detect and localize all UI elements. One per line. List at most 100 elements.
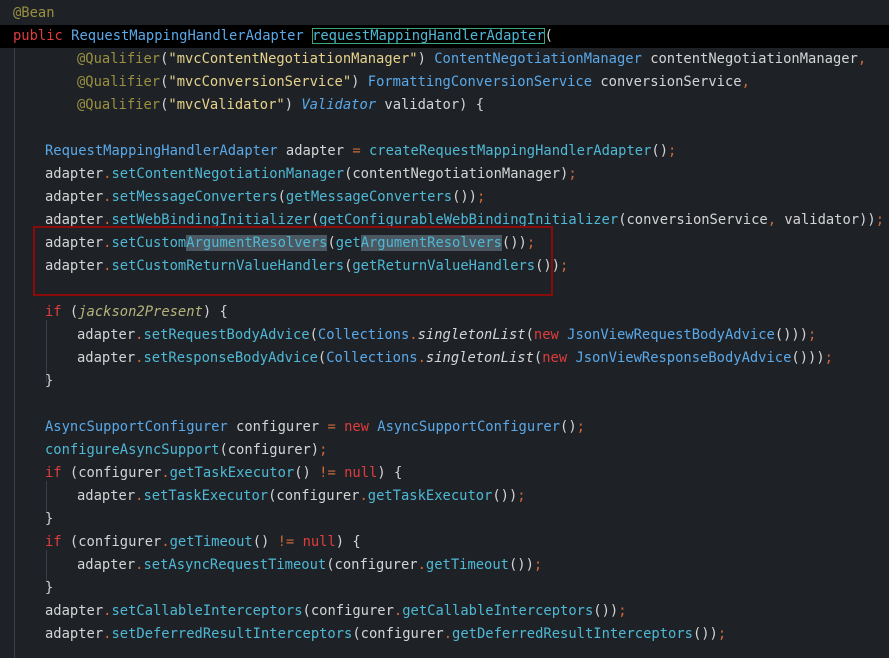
code-token: ()) — [492, 488, 518, 504]
code-token: = — [352, 143, 361, 159]
code-token: setTaskExecutor — [143, 488, 269, 504]
code-line[interactable]: configureAsyncSupport(configurer); — [0, 439, 327, 462]
code-token: "mvcConversionService" — [168, 74, 352, 90]
code-token: , — [857, 51, 867, 67]
code-token: setAsyncRequestTimeout — [143, 557, 327, 573]
code-token: JsonViewRequestBodyAdvice — [567, 327, 775, 343]
code-token: ; — [576, 419, 585, 435]
code-token: getDeferredResultInterceptors — [452, 626, 693, 642]
code-token: . — [417, 350, 426, 366]
code-token: getTaskExecutor — [169, 465, 295, 481]
code-line[interactable]: public RequestMappingHandlerAdapter requ… — [0, 25, 889, 48]
code-token: AsyncSupportConfigurer — [377, 419, 561, 435]
code-line[interactable]: if (configurer.getTimeout() != null) { — [0, 531, 361, 554]
code-token: @Qualifier — [77, 97, 161, 113]
code-line[interactable]: adapter.setContentNegotiationManager(con… — [0, 163, 577, 186]
code-token: ()) — [508, 557, 534, 573]
code-token: (conversionService — [618, 212, 768, 228]
code-token: (configurer — [61, 534, 162, 550]
code-line[interactable]: @Bean — [0, 2, 55, 25]
code-token: (configurer — [302, 603, 394, 619]
code-token: AsyncSupportConfigurer — [45, 419, 228, 435]
code-token: (configurer — [326, 557, 418, 573]
code-token: adapter — [77, 488, 136, 504]
code-line[interactable]: adapter.setMessageConverters(getMessageC… — [0, 186, 485, 209]
code-token: ( — [544, 28, 553, 44]
code-token: . — [417, 557, 426, 573]
code-token: setResponseBodyAdvice — [143, 350, 318, 366]
code-token: adapter — [45, 626, 104, 642]
code-line[interactable]: adapter.setResponseBodyAdvice(Collection… — [0, 347, 833, 370]
code-token: ; — [717, 626, 727, 642]
code-token: (contentNegotiationManager) — [344, 166, 569, 182]
code-token: adapter — [77, 557, 136, 573]
code-token: . — [359, 488, 368, 504]
code-line[interactable]: adapter.setRequestBodyAdvice(Collections… — [0, 324, 816, 347]
code-token: = — [327, 419, 336, 435]
code-token: FormattingConversionService — [367, 74, 593, 90]
code-line[interactable] — [0, 278, 13, 301]
code-line[interactable]: adapter.setTaskExecutor(configurer.getTa… — [0, 485, 526, 508]
code-token: JsonViewResponseBodyAdvice — [575, 350, 792, 366]
code-token: getTimeout — [169, 534, 253, 550]
code-token: conversionService — [592, 74, 742, 90]
code-token: getTaskExecutor — [367, 488, 493, 504]
code-line[interactable]: adapter. setDeferredResultInterceptors(co… — [0, 623, 726, 646]
code-line[interactable] — [0, 393, 13, 416]
code-token: , — [767, 212, 777, 228]
code-token: , — [741, 74, 750, 90]
code-token: "mvcContentNegotiationManager" — [168, 51, 418, 67]
code-token: ; — [568, 166, 577, 182]
code-line[interactable]: @Qualifier("mvcContentNegotiationManager… — [0, 48, 866, 71]
code-token: ( — [61, 304, 79, 320]
code-token: ) { — [202, 304, 228, 320]
code-token: if — [45, 304, 62, 320]
code-token: != — [319, 465, 336, 481]
code-token: () — [294, 465, 320, 481]
code-token: validator)) — [776, 212, 876, 228]
code-line[interactable]: adapter. setAsyncRequestTimeout(configure… — [0, 554, 542, 577]
code-token: () — [651, 143, 669, 159]
code-token: ; — [668, 143, 677, 159]
code-token: setRequestBodyAdvice — [143, 327, 310, 343]
code-line[interactable]: } — [0, 370, 53, 393]
code-token: createRequestMappingHandlerAdapter — [368, 143, 652, 159]
code-token: (configurer — [61, 465, 162, 481]
code-token: ; — [824, 350, 833, 366]
code-editor[interactable]: @Bean public RequestMappingHandlerAdapter… — [0, 0, 889, 658]
code-token: "mvcValidator" — [168, 97, 285, 113]
code-token: getCallableInterceptors — [402, 603, 594, 619]
code-line[interactable]: @Qualifier("mvcValidator") Validator val… — [0, 94, 484, 117]
code-token: ) — [417, 51, 435, 67]
code-token: } — [45, 580, 54, 596]
code-token: ( — [317, 350, 327, 366]
code-token: getMessageConverters — [285, 189, 453, 205]
code-line[interactable]: if (jackson2Present) { — [0, 301, 228, 324]
code-token: if — [45, 465, 62, 481]
code-line[interactable]: if (configurer.getTaskExecutor() != null… — [0, 462, 402, 485]
code-line[interactable]: } — [0, 577, 53, 600]
code-token: Validator — [301, 97, 377, 113]
code-line[interactable]: AsyncSupportConfigurer configurer = new … — [0, 416, 585, 439]
code-line[interactable]: RequestMappingHandlerAdapter adapter = c… — [0, 140, 676, 163]
red-annotation-box — [33, 226, 553, 296]
code-line[interactable]: } — [0, 508, 53, 531]
code-token: adapter — [77, 327, 136, 343]
code-token: RequestMappingHandlerAdapter — [45, 143, 278, 159]
code-token: new — [533, 327, 559, 343]
code-token: ) { — [377, 465, 403, 481]
code-line[interactable]: adapter. setCallableInterceptors(configur… — [0, 600, 627, 623]
code-token: null — [302, 534, 336, 550]
code-token: != — [277, 534, 295, 550]
code-token: () — [560, 419, 577, 435]
code-token: (configurer — [268, 488, 360, 504]
code-line[interactable] — [0, 117, 13, 140]
code-token: . — [409, 327, 418, 343]
code-token: adapter — [45, 189, 104, 205]
code-token: @Bean — [13, 5, 55, 21]
code-line[interactable]: @Qualifier("mvcConversionService") Forma… — [0, 71, 750, 94]
code-token: adapter — [77, 350, 136, 366]
